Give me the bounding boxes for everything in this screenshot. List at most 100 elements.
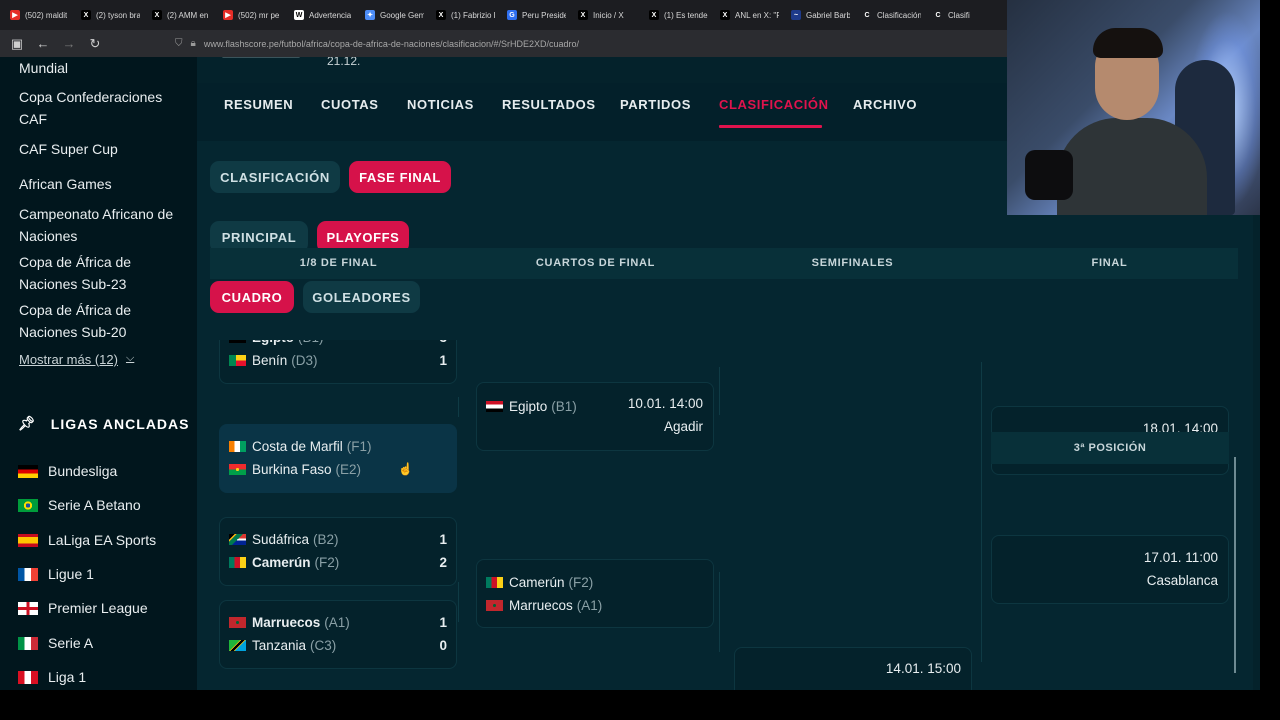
match-card[interactable]: Costa de Marfil (F1) Burkina Faso (E2) bbox=[219, 424, 457, 493]
bracket-connector bbox=[719, 367, 720, 415]
browser-nav-controls: ▣ ← → ↻ bbox=[0, 36, 175, 52]
team-score: 0 bbox=[439, 637, 447, 653]
pinned-league-item[interactable]: Serie A Betano bbox=[18, 497, 141, 513]
browser-tab[interactable]: C Clasificación bbox=[856, 0, 927, 30]
show-more-link[interactable]: Mostrar más (12) ⌵ bbox=[19, 352, 134, 367]
browser-tab[interactable]: ▶ (502) mr pe bbox=[217, 0, 288, 30]
flag-icon bbox=[229, 533, 246, 545]
tab-archivo[interactable]: ARCHIVO bbox=[853, 97, 917, 112]
flag-icon bbox=[486, 599, 503, 611]
team-name: Sudáfrica bbox=[252, 531, 310, 547]
show-more-label: Mostrar más (12) bbox=[19, 352, 118, 367]
browser-tab[interactable]: X ANL en X: "F bbox=[714, 0, 785, 30]
flag-icon bbox=[18, 601, 38, 615]
team-row: Burkina Faso (E2) bbox=[229, 459, 447, 479]
team-row: Marruecos (A1) 1 bbox=[229, 612, 447, 632]
browser-tab[interactable]: X (1) Fabrizio R bbox=[430, 0, 501, 30]
sidebar-link-sub20[interactable]: Copa de África de Naciones Sub-20 bbox=[19, 299, 189, 343]
flag-icon bbox=[18, 533, 38, 547]
browser-tab[interactable]: G Peru Preside bbox=[501, 0, 572, 30]
flashscore-icon: C bbox=[862, 10, 872, 20]
pinned-league-item[interactable]: Serie A bbox=[18, 635, 93, 651]
bracket-connector bbox=[458, 397, 459, 417]
team-score: 2 bbox=[439, 554, 447, 570]
pinned-league-label: Serie A bbox=[48, 635, 94, 651]
team-name: Tanzania bbox=[252, 637, 307, 653]
g-icon: G bbox=[507, 10, 517, 20]
browser-tab-title: (502) maldit bbox=[25, 10, 68, 20]
shield-icon[interactable]: ⛉ bbox=[175, 38, 183, 49]
flag-icon bbox=[486, 400, 503, 412]
filter-clasificacion[interactable]: CLASIFICACIÓN bbox=[210, 161, 340, 193]
match-card[interactable]: 14.01. 15:00 bbox=[734, 647, 972, 690]
back-icon[interactable]: ← bbox=[36, 36, 50, 52]
url-text[interactable]: www.flashscore.pe/futbol/africa/copa-de-… bbox=[204, 39, 579, 49]
sidebar-link-african-games[interactable]: African Games bbox=[19, 173, 189, 195]
browser-tab[interactable]: X (2) tyson bra bbox=[75, 0, 146, 30]
sidebar-link-mundial[interactable]: Mundial bbox=[19, 57, 189, 79]
browser-tab-title: (1) Fabrizio R bbox=[451, 10, 495, 20]
team-seed: (F1) bbox=[346, 438, 372, 454]
pin-icon: 📌︎ bbox=[18, 415, 37, 431]
pinned-league-item[interactable]: Liga 1 bbox=[18, 669, 86, 685]
third-place-header: 3ª POSICIÓN bbox=[991, 432, 1229, 464]
tab-resumen[interactable]: RESUMEN bbox=[224, 97, 293, 112]
tab-partidos[interactable]: PARTIDOS bbox=[620, 97, 691, 112]
pinned-league-item[interactable]: Bundesliga bbox=[18, 463, 117, 479]
team-seed: (D3) bbox=[291, 352, 318, 368]
bottom-bar bbox=[0, 690, 1280, 720]
forward-icon[interactable]: → bbox=[62, 36, 76, 52]
sidebar-link-copa-confederaciones[interactable]: Copa Confederaciones CAF bbox=[19, 86, 189, 130]
match-card[interactable]: Sudáfrica (B2) 1 Camerún (F2) 2 bbox=[219, 517, 457, 586]
url-box[interactable]: ⛉ 🔒︎ www.flashscore.pe/futbol/africa/cop… bbox=[175, 34, 579, 54]
flag-icon bbox=[486, 576, 503, 588]
tab-noticias[interactable]: NOTICIAS bbox=[407, 97, 474, 112]
match-venue: Agadir bbox=[663, 419, 703, 434]
browser-tab[interactable]: ~ Gabriel Barb bbox=[785, 0, 856, 30]
filter-fase-final[interactable]: FASE FINAL bbox=[349, 161, 451, 193]
tab-resultados[interactable]: RESULTADOS bbox=[502, 97, 596, 112]
filter-cuadro[interactable]: CUADRO bbox=[210, 281, 294, 313]
match-date: 17.01. 11:00 bbox=[1143, 550, 1218, 565]
browser-tab[interactable]: ▶ (502) maldit bbox=[4, 0, 75, 30]
pinned-league-label: Premier League bbox=[48, 600, 148, 616]
browser-tab[interactable]: X Inicio / X bbox=[572, 0, 643, 30]
team-score: 1 bbox=[439, 352, 447, 368]
browser-tab-title: Peru Preside bbox=[522, 10, 566, 20]
tab-actions-icon[interactable]: ▣ bbox=[10, 36, 24, 52]
chevron-down-icon: ⌵ bbox=[125, 352, 135, 364]
pinned-league-label: Bundesliga bbox=[48, 463, 118, 479]
hand-cursor-icon: ☝ bbox=[398, 462, 413, 476]
bracket-scrollbar[interactable] bbox=[1234, 457, 1236, 673]
bracket-connector bbox=[458, 582, 459, 622]
browser-tab[interactable]: C Clasifi bbox=[927, 0, 998, 30]
match-card[interactable]: Egipto (B1) 10.01. 14:00 Agadir bbox=[476, 382, 714, 451]
sidebar-link-sub23[interactable]: Copa de África de Naciones Sub-23 bbox=[19, 251, 189, 295]
round-sf-label: SEMIFINALES bbox=[811, 257, 894, 269]
sidebar-link-caf-super-cup[interactable]: CAF Super Cup bbox=[19, 138, 189, 160]
pinned-league-item[interactable]: LaLiga EA Sports bbox=[18, 532, 156, 548]
team-name: Camerún bbox=[252, 554, 311, 570]
match-card[interactable]: 17.01. 11:00 Casablanca bbox=[991, 535, 1229, 604]
team-name: Egipto bbox=[509, 398, 548, 414]
pinned-league-item[interactable]: Ligue 1 bbox=[18, 566, 94, 582]
filter-goleadores[interactable]: GOLEADORES bbox=[303, 281, 420, 313]
round-qf-label: CUARTOS DE FINAL bbox=[535, 257, 656, 269]
browser-tab[interactable]: X (2) AMM en bbox=[146, 0, 217, 30]
match-card[interactable]: Marruecos (A1) 1 Tanzania (C3) 0 bbox=[219, 600, 457, 669]
sidebar-link-campeonato-africano[interactable]: Campeonato Africano de Naciones bbox=[19, 203, 189, 247]
tab-cuotas[interactable]: CUOTAS bbox=[321, 97, 379, 112]
streamer-body bbox=[1057, 118, 1207, 215]
team-row: Benín (D3) 1 bbox=[229, 350, 447, 370]
browser-tab[interactable]: W Advertencia bbox=[288, 0, 359, 30]
reload-icon[interactable]: ↻ bbox=[88, 36, 102, 52]
team-row: Camerún (F2) bbox=[486, 572, 704, 592]
bracket-connector bbox=[719, 572, 720, 652]
pinned-league-item[interactable]: Premier League bbox=[18, 600, 148, 616]
browser-tab[interactable]: ✦ Google Gem bbox=[359, 0, 430, 30]
browser-tab[interactable]: X (1) Es tender bbox=[643, 0, 714, 30]
match-card[interactable]: Camerún (F2) Marruecos (A1) bbox=[476, 559, 714, 628]
team-seed: (A1) bbox=[576, 597, 603, 613]
tab-clasificacion[interactable]: CLASIFICACIÓN bbox=[719, 97, 829, 112]
browser-tab-title: (1) Es tender bbox=[664, 10, 708, 20]
